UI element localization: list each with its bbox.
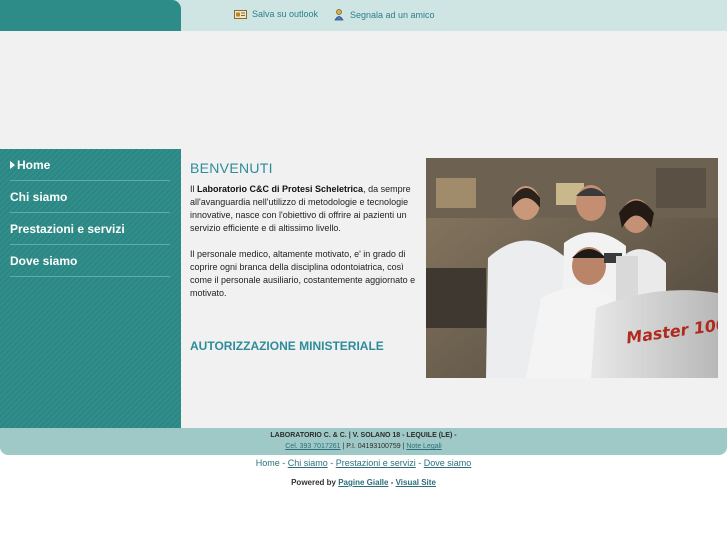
footer-link-chi-siamo[interactable]: Chi siamo bbox=[288, 458, 328, 468]
nav-item-label: Chi siamo bbox=[10, 189, 68, 204]
separator: - bbox=[415, 458, 424, 468]
arrow-right-icon bbox=[10, 160, 15, 169]
save-outlook-link[interactable]: Salva su outlook bbox=[234, 9, 318, 19]
authorization-heading[interactable]: AUTORIZZAZIONE MINISTERIALE bbox=[190, 339, 384, 353]
nav-item-dove-siamo[interactable]: Dove siamo bbox=[10, 245, 170, 277]
nav-item-label: Home bbox=[17, 157, 51, 172]
footer-link-dove-siamo[interactable]: Dove siamo bbox=[424, 458, 472, 468]
phone-link[interactable]: Cel. 393 7017261 bbox=[285, 443, 340, 450]
lab-team-photo: Master 100 bbox=[426, 158, 718, 378]
pagine-gialle-link[interactable]: Pagine Gialle bbox=[338, 478, 388, 487]
footer-link-prestazioni[interactable]: Prestazioni e servizi bbox=[336, 458, 416, 468]
save-outlook-label: Salva su outlook bbox=[252, 9, 319, 19]
sidebar-nav: Home Chi siamo Prestazioni e servizi Dov… bbox=[0, 149, 181, 428]
share-friend-link[interactable]: Segnala ad un amico bbox=[334, 9, 435, 21]
intro-paragraph: Il Laboratorio C&C di Protesi Scheletric… bbox=[190, 183, 418, 235]
share-friend-label: Segnala ad un amico bbox=[350, 10, 435, 20]
header-banner bbox=[0, 31, 727, 149]
footer-address: LABORATORIO C. & C. | V. SOLANO 18 - LEQ… bbox=[270, 432, 457, 439]
nav-item-chi-siamo[interactable]: Chi siamo bbox=[10, 181, 170, 213]
powered-by: Powered by Pagine Gialle - Visual Site bbox=[0, 478, 727, 487]
legal-notes-link[interactable]: Note Legali bbox=[406, 443, 441, 450]
top-bar: Salva su outlook Segnala ad un amico bbox=[0, 0, 727, 31]
nav-item-prestazioni[interactable]: Prestazioni e servizi bbox=[10, 213, 170, 245]
visual-site-link[interactable]: Visual Site bbox=[396, 478, 436, 487]
intro-prefix: Il bbox=[190, 184, 198, 194]
welcome-heading: BENVENUTI bbox=[190, 160, 273, 176]
nav-item-label: Dove siamo bbox=[10, 253, 78, 268]
piva-text: | P.I. 04193100759 | bbox=[340, 443, 407, 450]
separator: - bbox=[388, 478, 396, 487]
separator: - bbox=[279, 458, 288, 468]
footer-link-home[interactable]: Home bbox=[256, 458, 280, 468]
nav-item-label: Prestazioni e servizi bbox=[10, 221, 125, 236]
footer-contact: Cel. 393 7017261 | P.I. 04193100759 | No… bbox=[0, 443, 727, 450]
lab-name: Laboratorio C&C di Protesi Scheletrica bbox=[197, 184, 364, 194]
nav-item-home[interactable]: Home bbox=[10, 149, 170, 181]
staff-paragraph: Il personale medico, altamente motivato,… bbox=[190, 249, 416, 298]
top-bar-left-tab bbox=[0, 0, 181, 31]
outlook-card-icon bbox=[234, 9, 247, 19]
friend-person-icon bbox=[334, 9, 344, 21]
separator: - bbox=[327, 458, 336, 468]
powered-label: Powered by bbox=[291, 478, 339, 487]
footer-links: Home - Chi siamo - Prestazioni e servizi… bbox=[0, 458, 727, 468]
